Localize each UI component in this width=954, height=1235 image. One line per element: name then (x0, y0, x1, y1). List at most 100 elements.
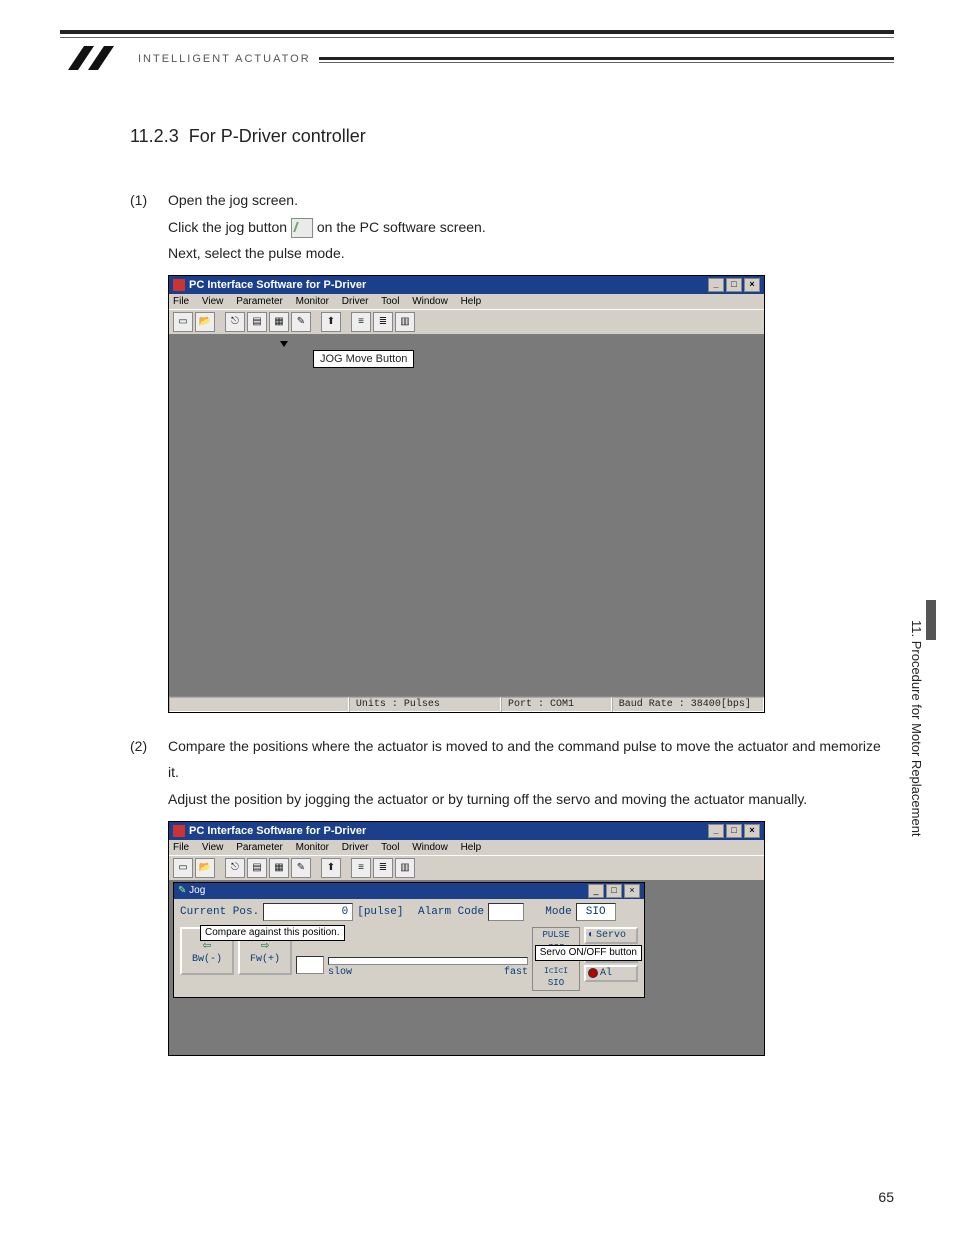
mode-label: Mode (545, 906, 571, 918)
menu-help[interactable]: Help (461, 842, 482, 853)
maximize-button[interactable]: □ (726, 278, 742, 292)
sio-mode-label: SIO (535, 978, 577, 988)
velocity-value[interactable] (296, 956, 324, 974)
menu-bar: File View Parameter Monitor Driver Tool … (169, 294, 764, 309)
status-port: Port : COM1 (501, 697, 612, 712)
menu-parameter[interactable]: Parameter (236, 296, 283, 307)
menu-tool[interactable]: Tool (381, 296, 399, 307)
toolbar-upload-icon[interactable]: ⬆ (321, 312, 341, 332)
toolbar-list1-icon[interactable]: ≡ (351, 312, 371, 332)
maximize-button[interactable]: □ (606, 884, 622, 898)
alarm-indicator[interactable]: Al (584, 965, 638, 982)
mode-value: SIO (576, 903, 616, 921)
toolbar-2: ▭ 📂 ⎋ ▤ ▦ ✎ ⬆ ≡ ≣ ▥ (169, 855, 764, 880)
velocity-slider[interactable] (328, 957, 528, 965)
current-pos-label: Current Pos. (180, 906, 259, 918)
menu-driver[interactable]: Driver (342, 296, 369, 307)
menu-file[interactable]: File (173, 296, 189, 307)
minimize-button[interactable]: _ (708, 824, 724, 838)
toolbar-connect-icon[interactable]: ⎋ (225, 312, 245, 332)
jog-window-title: Jog (189, 885, 205, 896)
toolbar-list1-icon[interactable]: ≡ (351, 858, 371, 878)
toolbar-connect-icon[interactable]: ⎋ (225, 858, 245, 878)
side-tab-marker (926, 600, 936, 640)
maximize-button[interactable]: □ (726, 824, 742, 838)
menu-view[interactable]: View (202, 842, 224, 853)
toolbar-jog-icon[interactable]: ✎ (291, 312, 311, 332)
menu-file[interactable]: File (173, 842, 189, 853)
menu-monitor[interactable]: Monitor (296, 296, 329, 307)
close-button[interactable]: × (624, 884, 640, 898)
section-heading: 11.2.3 For P-Driver controller (130, 126, 894, 147)
menu-tool[interactable]: Tool (381, 842, 399, 853)
client-area-2: ✎ Jog _ □ × Current Pos. 0 [pulse] (169, 880, 764, 1055)
page-number: 65 (878, 1189, 894, 1205)
menu-window[interactable]: Window (412, 296, 448, 307)
current-pos-value: 0 (263, 903, 353, 921)
status-bar: Units : Pulses Port : COM1 Baud Rate : 3… (169, 696, 764, 712)
app-window-1: PC Interface Software for P-Driver _ □ ×… (168, 275, 765, 713)
fast-label: fast (504, 967, 528, 978)
menu-parameter[interactable]: Parameter (236, 842, 283, 853)
step2-line1: Compare the positions where the actuator… (168, 733, 894, 786)
step1-line2: Click the jog button on the PC software … (168, 214, 894, 241)
slow-label: slow (328, 967, 352, 978)
annotation-servo: Servo ON/OFF button (535, 945, 642, 961)
chapter-sidebar-label: 11. Procedure for Motor Replacement (909, 620, 924, 837)
toolbar: ▭ 📂 ⎋ ▤ ▦ ✎ ⬆ ≡ ≣ ▥ (169, 309, 764, 334)
toolbar-list2-icon[interactable]: ≣ (373, 312, 393, 332)
toolbar-open-icon[interactable]: 📂 (195, 312, 215, 332)
toolbar-grid-icon[interactable]: ▥ (395, 858, 415, 878)
menu-monitor[interactable]: Monitor (296, 842, 329, 853)
annotation-compare: Compare against this position. (200, 925, 345, 941)
step2-line2: Adjust the position by jogging the actua… (168, 786, 894, 813)
status-baud: Baud Rate : 38400[bps] (612, 697, 764, 712)
toolbar-upload-icon[interactable]: ⬆ (321, 858, 341, 878)
toolbar-new-icon[interactable]: ▭ (173, 312, 193, 332)
toolbar-jog-icon[interactable]: ✎ (291, 858, 311, 878)
servo-icon: ◐ (588, 930, 594, 941)
toolbar-monitor-icon[interactable]: ▤ (247, 312, 267, 332)
jog-button-icon (291, 218, 313, 238)
menu-help[interactable]: Help (461, 296, 482, 307)
lamp-icon (588, 968, 598, 978)
toolbar-list2-icon[interactable]: ≣ (373, 858, 393, 878)
status-units: Units : Pulses (349, 697, 501, 712)
title-bar: PC Interface Software for P-Driver _ □ × (169, 276, 764, 294)
cursor-arrow-icon (280, 341, 288, 347)
alarm-code-value (488, 903, 524, 921)
step-number: (1) (130, 187, 158, 267)
window-title: PC Interface Software for P-Driver (189, 279, 366, 291)
toolbar-grid-icon[interactable]: ▥ (395, 312, 415, 332)
alarm-code-label: Alarm Code (418, 906, 484, 918)
pulse-unit: [pulse] (357, 906, 403, 918)
client-area: JOG Move Button (169, 334, 764, 696)
brand-text: INTELLIGENT ACTUATOR (138, 53, 311, 65)
step1-line3: Next, select the pulse mode. (168, 240, 894, 267)
pulse-mode-label: PULSE (535, 930, 577, 940)
menu-view[interactable]: View (202, 296, 224, 307)
toolbar-monitor-icon[interactable]: ▤ (247, 858, 267, 878)
toolbar-table-icon[interactable]: ▦ (269, 858, 289, 878)
window-title-2: PC Interface Software for P-Driver (189, 825, 366, 837)
app-icon (173, 825, 185, 837)
menu-driver[interactable]: Driver (342, 842, 369, 853)
close-button[interactable]: × (744, 278, 760, 292)
step1-line1: Open the jog screen. (168, 187, 894, 214)
toolbar-table-icon[interactable]: ▦ (269, 312, 289, 332)
minimize-button[interactable]: _ (588, 884, 604, 898)
brand-logo-icon (60, 42, 130, 76)
close-button[interactable]: × (744, 824, 760, 838)
brand-header: INTELLIGENT ACTUATOR (60, 42, 894, 76)
app-window-2: PC Interface Software for P-Driver _ □ ×… (168, 821, 765, 1056)
toolbar-new-icon[interactable]: ▭ (173, 858, 193, 878)
title-bar-2: PC Interface Software for P-Driver _ □ × (169, 822, 764, 840)
step-number-2: (2) (130, 733, 158, 813)
jog-subwindow: ✎ Jog _ □ × Current Pos. 0 [pulse] (173, 882, 645, 998)
menu-window[interactable]: Window (412, 842, 448, 853)
servo-toggle-button[interactable]: ◐ Servo (584, 927, 638, 944)
minimize-button[interactable]: _ (708, 278, 724, 292)
menu-bar-2: File View Parameter Monitor Driver Tool … (169, 840, 764, 855)
toolbar-open-icon[interactable]: 📂 (195, 858, 215, 878)
app-icon (173, 279, 185, 291)
